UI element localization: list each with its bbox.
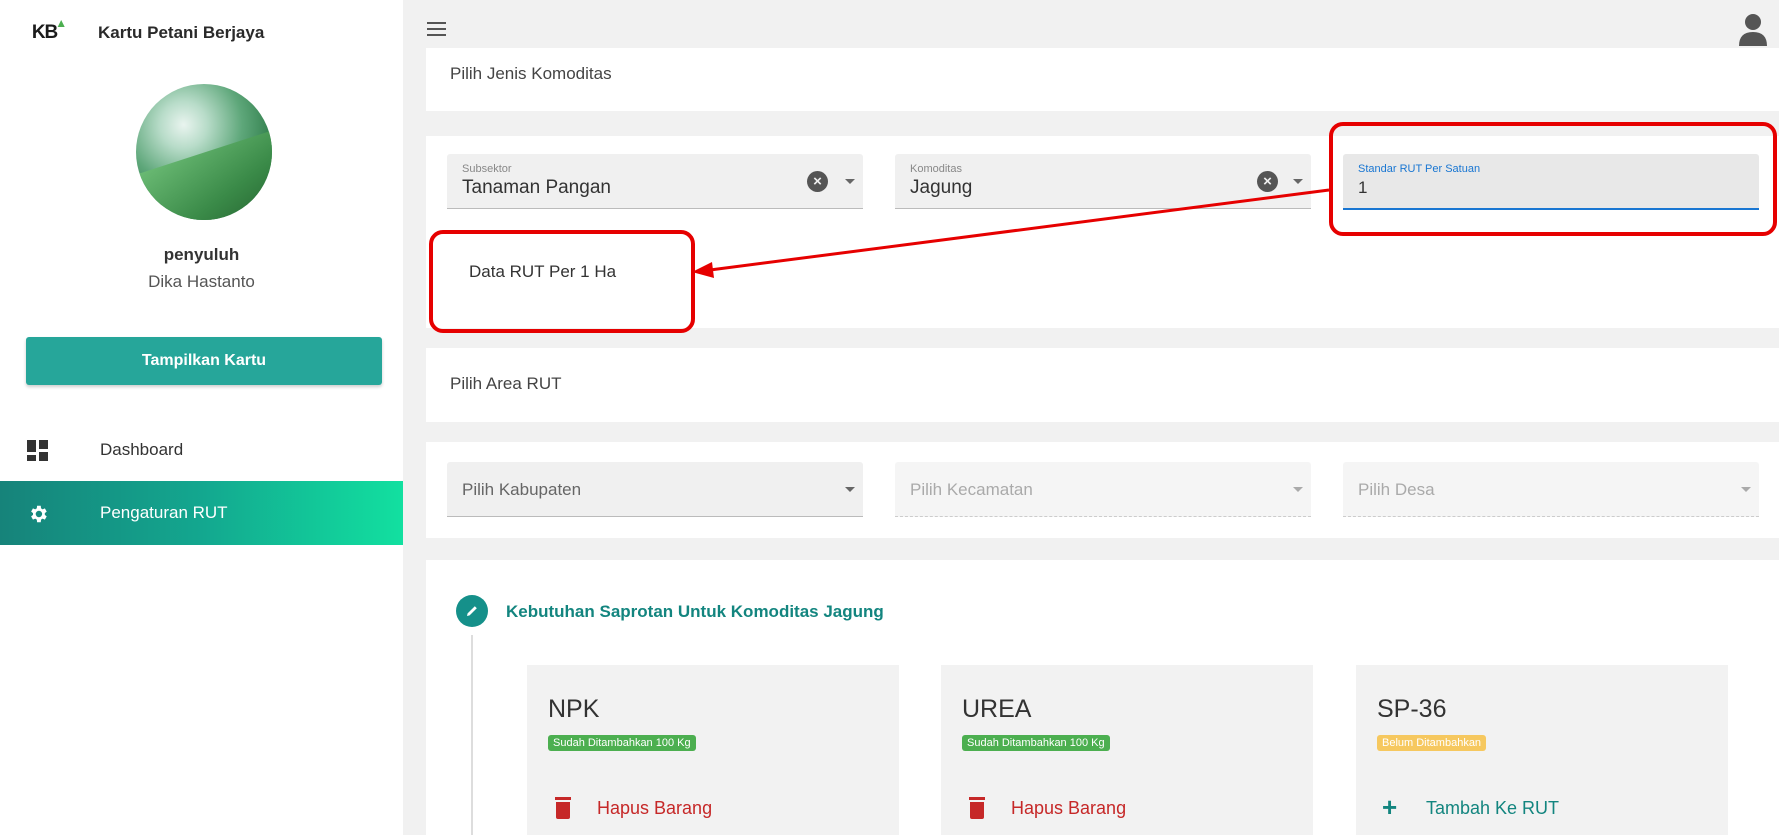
leaf-icon: ▲: [55, 16, 67, 30]
hamburger-menu-icon[interactable]: [427, 22, 446, 36]
action-label: Hapus Barang: [1011, 797, 1127, 818]
user-account-icon[interactable]: [1737, 12, 1769, 46]
kecamatan-select[interactable]: Pilih Kecamatan: [895, 462, 1311, 517]
status-badge: Sudah Ditambahkan 100 Kg: [548, 735, 696, 751]
logo-text: KB: [31, 22, 58, 43]
chevron-down-icon[interactable]: [845, 487, 855, 492]
field-placeholder: Pilih Kabupaten: [462, 480, 582, 499]
sidebar-item-pengaturan-rut[interactable]: Pengaturan RUT: [0, 481, 403, 545]
item-name: UREA: [962, 695, 1032, 723]
chevron-down-icon[interactable]: [1293, 487, 1303, 492]
action-label: Tambah Ke RUT: [1426, 797, 1560, 818]
field-label: Subsektor: [462, 163, 512, 175]
delete-item-button[interactable]: Hapus Barang: [553, 797, 712, 819]
field-value: Tanaman Pangan: [462, 177, 611, 198]
kabupaten-select[interactable]: Pilih Kabupaten: [447, 462, 863, 517]
show-card-button[interactable]: Tampilkan Kartu: [26, 337, 382, 385]
field-label: Komoditas: [910, 163, 962, 175]
chevron-down-icon[interactable]: [845, 179, 855, 184]
avatar: [136, 84, 272, 220]
item-name: SP-36: [1377, 695, 1447, 723]
item-name: NPK: [548, 695, 600, 723]
timeline-line: [471, 635, 473, 835]
brand-logo: KB ▲: [24, 12, 76, 54]
sidebar-item-label: Dashboard: [100, 440, 184, 459]
highlight-box-standar: [1329, 122, 1777, 236]
sidebar-item-label: Pengaturan RUT: [100, 503, 228, 522]
field-placeholder: Pilih Kecamatan: [910, 480, 1033, 499]
section-title: Pilih Area RUT: [450, 374, 562, 393]
sidebar: KB ▲ Kartu Petani Berjaya penyuluh Dika H…: [0, 0, 403, 835]
add-to-rut-button[interactable]: + Tambah Ke RUT: [1382, 792, 1560, 822]
clear-icon[interactable]: ×: [1257, 171, 1278, 192]
edit-pencil-icon: [456, 595, 488, 627]
action-label: Hapus Barang: [597, 797, 713, 818]
plus-icon: +: [1382, 792, 1398, 822]
brand[interactable]: KB ▲ Kartu Petani Berjaya: [24, 12, 264, 54]
app-title: Kartu Petani Berjaya: [98, 23, 265, 42]
desa-select[interactable]: Pilih Desa: [1343, 462, 1759, 517]
komoditas-select[interactable]: Komoditas Jagung ×: [895, 154, 1311, 209]
status-badge: Belum Ditambahkan: [1377, 735, 1487, 751]
chevron-down-icon[interactable]: [1741, 487, 1751, 492]
trash-icon: [553, 797, 573, 819]
section-title: Pilih Jenis Komoditas: [450, 64, 612, 83]
area-form-card: Pilih Kabupaten Pilih Kecamatan Pilih De…: [426, 442, 1779, 538]
field-value: Jagung: [910, 177, 973, 198]
gear-icon: [31, 505, 47, 523]
item-card-urea: UREA Sudah Ditambahkan 100 Kg Hapus Bara…: [941, 665, 1313, 835]
item-card-sp36: SP-36 Belum Ditambahkan + Tambah Ke RUT: [1356, 665, 1728, 835]
item-card-npk: NPK Sudah Ditambahkan 100 Kg Hapus Baran…: [527, 665, 899, 835]
user-name: Dika Hastanto: [148, 272, 255, 291]
highlight-box-rut-text: [429, 230, 695, 333]
sidebar-item-dashboard[interactable]: Dashboard: [0, 418, 403, 482]
subsektor-select[interactable]: Subsektor Tanaman Pangan ×: [447, 154, 863, 209]
commodity-section-header: Pilih Jenis Komoditas: [426, 48, 1779, 111]
delete-item-button[interactable]: Hapus Barang: [967, 797, 1126, 819]
chevron-down-icon[interactable]: [1293, 179, 1303, 184]
user-role: penyuluh: [163, 245, 240, 264]
area-section-header: Pilih Area RUT: [426, 348, 1779, 422]
status-badge: Sudah Ditambahkan 100 Kg: [962, 735, 1110, 751]
field-placeholder: Pilih Desa: [1358, 480, 1435, 499]
clear-icon[interactable]: ×: [807, 171, 828, 192]
trash-icon: [967, 797, 987, 819]
dashboard-icon: [27, 440, 49, 462]
needs-title: Kebutuhan Saprotan Untuk Komoditas Jagun…: [506, 602, 884, 621]
